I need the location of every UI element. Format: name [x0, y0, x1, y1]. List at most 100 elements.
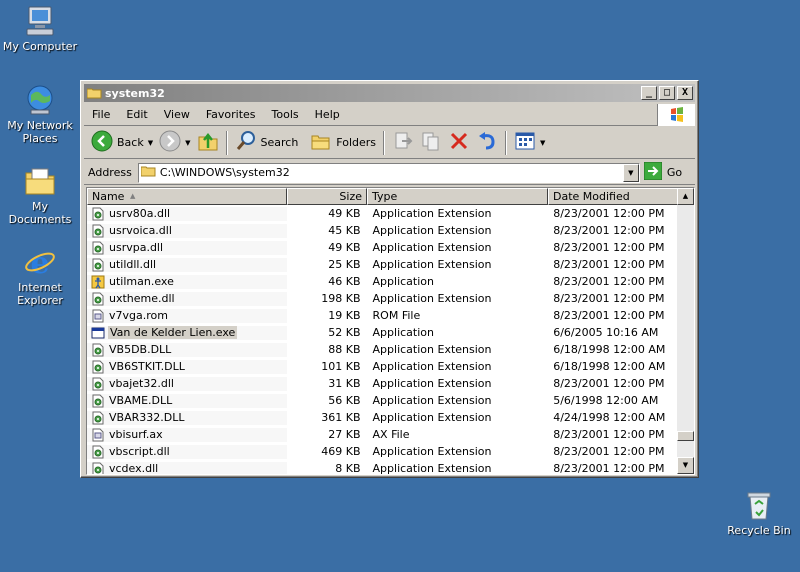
scroll-thumb[interactable]	[677, 431, 694, 441]
file-name: Van de Kelder Lien.exe	[108, 326, 238, 339]
go-button[interactable]: Go	[643, 161, 682, 183]
dll-icon	[91, 241, 105, 255]
minimize-button[interactable]: _	[641, 86, 657, 100]
file-row[interactable]: VB5DB.DLL 88 KB Application Extension 6/18/…	[87, 341, 677, 358]
search-button[interactable]: Search	[232, 130, 302, 156]
desktop-icon-my-network-places[interactable]: My Network Places	[0, 83, 80, 145]
dll-icon	[91, 462, 105, 474]
file-name: VBAR332.DLL	[109, 411, 185, 424]
delete-button[interactable]	[445, 130, 473, 156]
file-size: 198 KB	[321, 292, 361, 305]
close-button[interactable]: X	[677, 86, 693, 100]
up-folder-icon	[197, 130, 219, 155]
file-date-modified: 4/24/1998 12:00 AM	[553, 411, 666, 424]
file-name: vbisurf.ax	[109, 428, 163, 441]
file-type: Application Extension	[372, 394, 492, 407]
dll-icon	[91, 343, 105, 357]
dll-icon	[91, 224, 105, 238]
file-name: vbajet32.dll	[109, 377, 174, 390]
column-header-name[interactable]: Name ▲	[87, 188, 287, 205]
file-name: VB6STKIT.DLL	[109, 360, 185, 373]
file-row[interactable]: utilman.exe 46 KB Application 8/23/2001 12:…	[87, 273, 677, 290]
menu-help[interactable]: Help	[307, 108, 348, 121]
chevron-down-icon[interactable]: ▼	[540, 139, 545, 147]
address-value: C:\WINDOWS\system32	[159, 166, 290, 179]
menu-tools[interactable]: Tools	[264, 108, 307, 121]
file-row[interactable]: usrvpa.dll 49 KB Application Extension 8/23…	[87, 239, 677, 256]
undo-button[interactable]	[473, 130, 501, 156]
file-row[interactable]: usrv80a.dll 49 KB Application Extension 8/2…	[87, 205, 677, 222]
file-row[interactable]: Van de Kelder Lien.exe 52 KB Application 6/…	[87, 324, 677, 341]
chevron-down-icon[interactable]: ▼	[622, 163, 639, 182]
file-name-cell: vbajet32.dll	[87, 376, 287, 391]
chevron-down-icon[interactable]: ▼	[185, 139, 190, 147]
file-row[interactable]: vbajet32.dll 31 KB Application Extension 8/…	[87, 375, 677, 392]
window-titlebar[interactable]: system32 _ □ X	[84, 84, 695, 102]
menu-file[interactable]: File	[84, 108, 118, 121]
desktop-icon-recycle-bin[interactable]: Recycle Bin	[719, 488, 799, 537]
menu-favorites[interactable]: Favorites	[198, 108, 264, 121]
back-label: Back	[117, 136, 144, 149]
my-documents-icon	[23, 164, 57, 198]
toolbar-separator	[383, 130, 386, 155]
menu-view[interactable]: View	[156, 108, 198, 121]
file-row[interactable]: VB6STKIT.DLL 101 KB Application Extension 6…	[87, 358, 677, 375]
windows-logo-icon	[657, 104, 695, 126]
file-date-modified: 8/23/2001 12:00 PM	[553, 428, 665, 441]
file-date-modified: 8/23/2001 12:00 PM	[553, 275, 665, 288]
file-row[interactable]: v7vga.rom 19 KB ROM File 8/23/2001 12:00 PM	[87, 307, 677, 324]
desktop-icon-my-computer[interactable]: My Computer	[0, 4, 80, 53]
chevron-down-icon[interactable]: ▼	[148, 139, 153, 147]
recycle-bin-icon	[742, 488, 776, 522]
file-date-modified: 8/23/2001 12:00 PM	[553, 224, 665, 237]
file-row[interactable]: usrvoica.dll 45 KB Application Extension 8/…	[87, 222, 677, 239]
desktop-icon-my-documents[interactable]: My Documents	[0, 164, 80, 226]
file-row[interactable]: VBAME.DLL 56 KB Application Extension 5/6/1…	[87, 392, 677, 409]
file-date-modified: 8/23/2001 12:00 PM	[553, 445, 665, 458]
generic-file-icon	[91, 309, 105, 323]
column-header-type[interactable]: Type	[367, 188, 548, 205]
forward-button[interactable]: ▼	[156, 130, 193, 156]
file-name-cell: usrvpa.dll	[87, 240, 287, 255]
address-input[interactable]: C:\WINDOWS\system32 ▼	[137, 162, 640, 183]
folders-button[interactable]: Folders	[307, 130, 379, 156]
scroll-down-button[interactable]: ▼	[677, 457, 694, 474]
file-type: Application Extension	[372, 445, 492, 458]
dll-icon	[91, 292, 105, 306]
file-name: usrvoica.dll	[109, 224, 172, 237]
file-row[interactable]: vcdex.dll 8 KB Application Extension 8/23/2…	[87, 460, 677, 474]
column-header-size[interactable]: Size	[287, 188, 367, 205]
up-folder-button[interactable]	[194, 130, 222, 156]
maximize-button[interactable]: □	[659, 86, 675, 100]
file-name-cell: uxtheme.dll	[87, 291, 287, 306]
menu-edit[interactable]: Edit	[118, 108, 155, 121]
file-name: usrvpa.dll	[109, 241, 164, 254]
dll-icon	[91, 207, 105, 221]
explorer-window[interactable]: system32 _ □ X File Edit View Favorites …	[80, 80, 699, 478]
scroll-up-button[interactable]: ▲	[677, 188, 694, 205]
vertical-scrollbar[interactable]: ▲ ▼	[677, 188, 694, 474]
file-name-cell: VB6STKIT.DLL	[87, 359, 287, 374]
back-button[interactable]: Back ▼	[88, 130, 156, 156]
file-row[interactable]: utildll.dll 25 KB Application Extension 8/2…	[87, 256, 677, 273]
file-list[interactable]: Name ▲ Size Type Date Modified usrv80a.d…	[86, 187, 695, 475]
file-type: Application	[372, 275, 434, 288]
generic-file-icon	[91, 428, 105, 442]
copy-to-button[interactable]	[417, 130, 445, 156]
folders-label: Folders	[336, 136, 377, 149]
file-row[interactable]: uxtheme.dll 198 KB Application Extension 8/…	[87, 290, 677, 307]
file-size: 101 KB	[321, 360, 361, 373]
file-type: Application Extension	[372, 360, 492, 373]
desktop-icon-internet-explorer[interactable]: e Internet Explorer	[0, 245, 80, 307]
file-row[interactable]: VBAR332.DLL 361 KB Application Extension 4/…	[87, 409, 677, 426]
go-arrow-icon	[643, 161, 663, 183]
file-row[interactable]: vbscript.dll 469 KB Application Extension 8…	[87, 443, 677, 460]
file-date-modified: 8/23/2001 12:00 PM	[553, 258, 665, 271]
dll-icon	[91, 360, 105, 374]
file-name: utilman.exe	[109, 275, 174, 288]
file-size: 469 KB	[321, 445, 361, 458]
file-row[interactable]: vbisurf.ax 27 KB AX File 8/23/2001 12:00 PM	[87, 426, 677, 443]
views-button[interactable]: ▼	[511, 130, 548, 156]
column-header-date-modified[interactable]: Date Modified	[548, 188, 678, 205]
move-to-button[interactable]	[389, 130, 417, 156]
